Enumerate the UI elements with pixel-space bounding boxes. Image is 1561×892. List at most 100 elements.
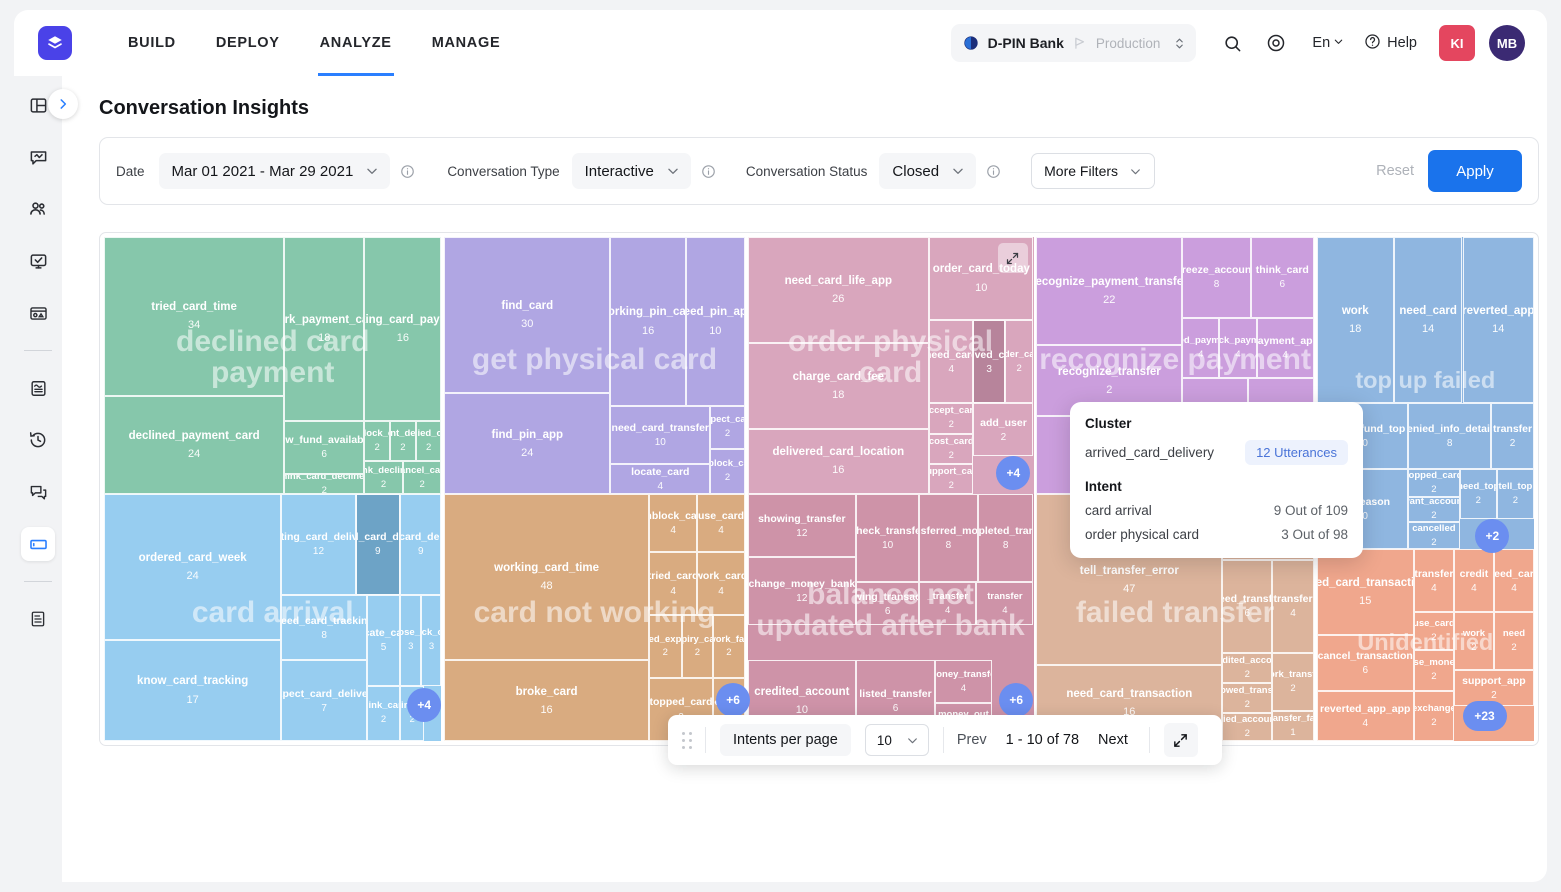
treemap-tile[interactable]: expiry_card 2: [681, 615, 714, 678]
treemap-tile[interactable]: accept_card 2: [929, 403, 974, 434]
brand-logo-icon[interactable]: [38, 26, 72, 60]
treemap-tile[interactable]: recognize_payment_transfer 22: [1036, 237, 1183, 346]
treemap-tile[interactable]: choose_card 3: [400, 594, 422, 686]
treemap-more-badge[interactable]: +23: [1462, 700, 1507, 731]
treemap-tile[interactable]: think_card 2: [367, 685, 400, 741]
treemap-more-badge[interactable]: +6: [999, 683, 1034, 718]
treemap-tile[interactable]: check_payment 4: [1219, 317, 1257, 379]
treemap-tile[interactable]: tried_card_time 34: [104, 237, 285, 396]
treemap-tile[interactable]: broke_card 16: [444, 660, 649, 741]
tile-expand-icon[interactable]: [997, 243, 1028, 274]
treemap-tile[interactable]: working_card_time 48: [444, 494, 649, 661]
treemap-tile[interactable]: order_card 2: [1004, 320, 1034, 404]
avatar-mb[interactable]: MB: [1489, 25, 1525, 61]
sidebar-item-monitor-check[interactable]: [21, 244, 55, 278]
treemap-tile[interactable]: need_card_life_app 26: [747, 237, 930, 343]
treemap-tile[interactable]: unblock_card 2: [364, 420, 390, 462]
treemap-tile[interactable]: work_transfer 2: [1272, 652, 1314, 711]
treemap-tile[interactable]: payment_app 4: [1256, 317, 1314, 379]
treemap-tile[interactable]: need 2: [1493, 612, 1534, 671]
help-button[interactable]: Help: [1352, 33, 1429, 54]
nav-item-manage[interactable]: MANAGE: [412, 10, 521, 76]
treemap-more-badge[interactable]: +4: [407, 688, 442, 723]
treemap-tile[interactable]: want_account 2: [1408, 496, 1460, 522]
treemap-tile[interactable]: think_card 6: [1250, 237, 1314, 318]
treemap-tile[interactable]: know_card_tracking 17: [104, 640, 282, 741]
treemap-tile[interactable]: know_fund_availability 6: [284, 420, 365, 474]
date-range-select[interactable]: Mar 01 2021 - Mar 29 2021: [158, 153, 391, 189]
conversation-status-select[interactable]: Closed: [879, 153, 977, 189]
treemap-tile[interactable]: arrived_card_delivery 9: [355, 494, 400, 595]
treemap-tile[interactable]: find_pin_app 24: [444, 393, 611, 495]
search-icon[interactable]: [1210, 21, 1254, 65]
treemap-tile[interactable]: work 18: [1316, 237, 1394, 404]
treemap-tile[interactable]: expect_card_delivery 7: [281, 660, 368, 741]
treemap-tile[interactable]: need_top2: [1459, 468, 1497, 520]
treemap-tile[interactable]: denied_card 2: [415, 420, 442, 462]
expand-icon[interactable]: [1163, 723, 1198, 757]
treemap-tile[interactable]: denied_info_details 8: [1408, 403, 1492, 469]
treemap-tile[interactable]: unblock_card 4: [648, 494, 698, 552]
per-page-select[interactable]: 10: [864, 724, 929, 756]
treemap-tile[interactable]: need_pin_app 10: [686, 237, 745, 406]
treemap-tile[interactable]: expect_card 2: [710, 405, 745, 449]
date-info-icon[interactable]: [400, 164, 415, 179]
sidebar-item-widget[interactable]: [21, 296, 71, 330]
treemap-tile[interactable]: work 2: [1453, 612, 1494, 671]
treemap-tile[interactable]: need_payment 4: [1182, 317, 1220, 379]
treemap-tile[interactable]: ordered_card_week 24: [104, 494, 282, 641]
treemap-tile[interactable]: tried_card 4: [648, 552, 698, 615]
treemap-tile[interactable]: showing_transfer 12: [747, 494, 857, 558]
treemap-tile[interactable]: credit 4: [1453, 549, 1494, 613]
treemap-tile[interactable]: account_declined 2: [390, 420, 416, 462]
treemap-tile[interactable]: think_card_declined 2: [284, 473, 365, 495]
treemap-tile[interactable]: unblock_card 2: [710, 448, 745, 495]
apply-button[interactable]: Apply: [1428, 150, 1522, 192]
treemap-tile[interactable]: delivered_card_location 16: [747, 428, 930, 495]
treemap-tile[interactable]: use_money 2: [1413, 650, 1454, 691]
sidebar-item-summary[interactable]: [21, 371, 55, 405]
sidebar-expand-button[interactable]: [48, 89, 78, 119]
treemap-more-badge[interactable]: +6: [716, 683, 751, 718]
treemap-tile[interactable]: reverted_app 14: [1462, 237, 1534, 404]
treemap-tile[interactable]: waiting_card_delivery 12: [281, 494, 356, 595]
treemap-tile[interactable]: transfer 2: [1491, 403, 1534, 469]
treemap-tile[interactable]: transfer_fail 1: [1272, 710, 1314, 741]
avatar-ki[interactable]: KI: [1439, 25, 1475, 61]
treemap-tile[interactable]: transfer 4: [1413, 549, 1454, 613]
treemap-tile[interactable]: completed_transfer 8: [977, 494, 1034, 583]
sidebar-item-history[interactable]: [21, 423, 55, 457]
treemap-tile[interactable]: locate_card 5: [367, 594, 400, 686]
treemap-tile[interactable]: allowed_transfer 2: [1222, 683, 1273, 714]
nav-item-build[interactable]: BUILD: [108, 10, 196, 76]
treemap-tile[interactable]: need_card_transfer 10: [610, 405, 711, 464]
treemap-tile[interactable]: work_card 4: [697, 552, 745, 615]
treemap-tile[interactable]: change_money_bank 12: [747, 557, 857, 626]
nav-item-deploy[interactable]: DEPLOY: [196, 10, 300, 76]
sidebar-item-document[interactable]: [21, 602, 55, 636]
treemap-tile[interactable]: freeze_account 8: [1182, 237, 1251, 318]
sidebar-item-insights[interactable]: [21, 527, 55, 561]
treemap-tile[interactable]: locate_card 4: [610, 463, 711, 495]
treemap-tile[interactable]: need_card_tracking 8: [281, 594, 368, 661]
treemap-tile[interactable]: transfer 4: [976, 582, 1034, 626]
drag-handle-icon[interactable]: [682, 731, 692, 749]
treemap-tile[interactable]: tried_account 2: [1222, 713, 1273, 741]
treemap-tile[interactable]: check_transfer 10: [856, 494, 920, 583]
more-filters-button[interactable]: More Filters: [1031, 153, 1156, 189]
treemap-tile[interactable]: work_payment_card 18: [284, 237, 365, 421]
chevron-updown-icon[interactable]: [1173, 37, 1186, 50]
sidebar-item-chat[interactable]: [21, 475, 55, 509]
treemap-tile[interactable]: lost_card_delivery 9: [400, 494, 442, 595]
reset-button[interactable]: Reset: [1362, 163, 1428, 179]
treemap-tile[interactable]: cancel_transaction 6: [1316, 635, 1414, 691]
treemap-tile[interactable]: use_card 4: [697, 494, 745, 552]
conversation-status-info-icon[interactable]: [986, 164, 1001, 179]
treemap-tile[interactable]: transferred_money 8: [919, 494, 978, 583]
treemap-tile[interactable]: arrived_card 3: [973, 320, 1005, 404]
treemap-tile[interactable]: think_declined 2: [364, 461, 403, 495]
treemap-tile[interactable]: showing_transaction 6: [856, 582, 920, 626]
nav-item-analyze[interactable]: ANALYZE: [300, 10, 412, 76]
treemap-tile[interactable]: tell_top 2: [1496, 468, 1534, 520]
treemap-tile[interactable]: money_transfer 4: [934, 660, 993, 704]
